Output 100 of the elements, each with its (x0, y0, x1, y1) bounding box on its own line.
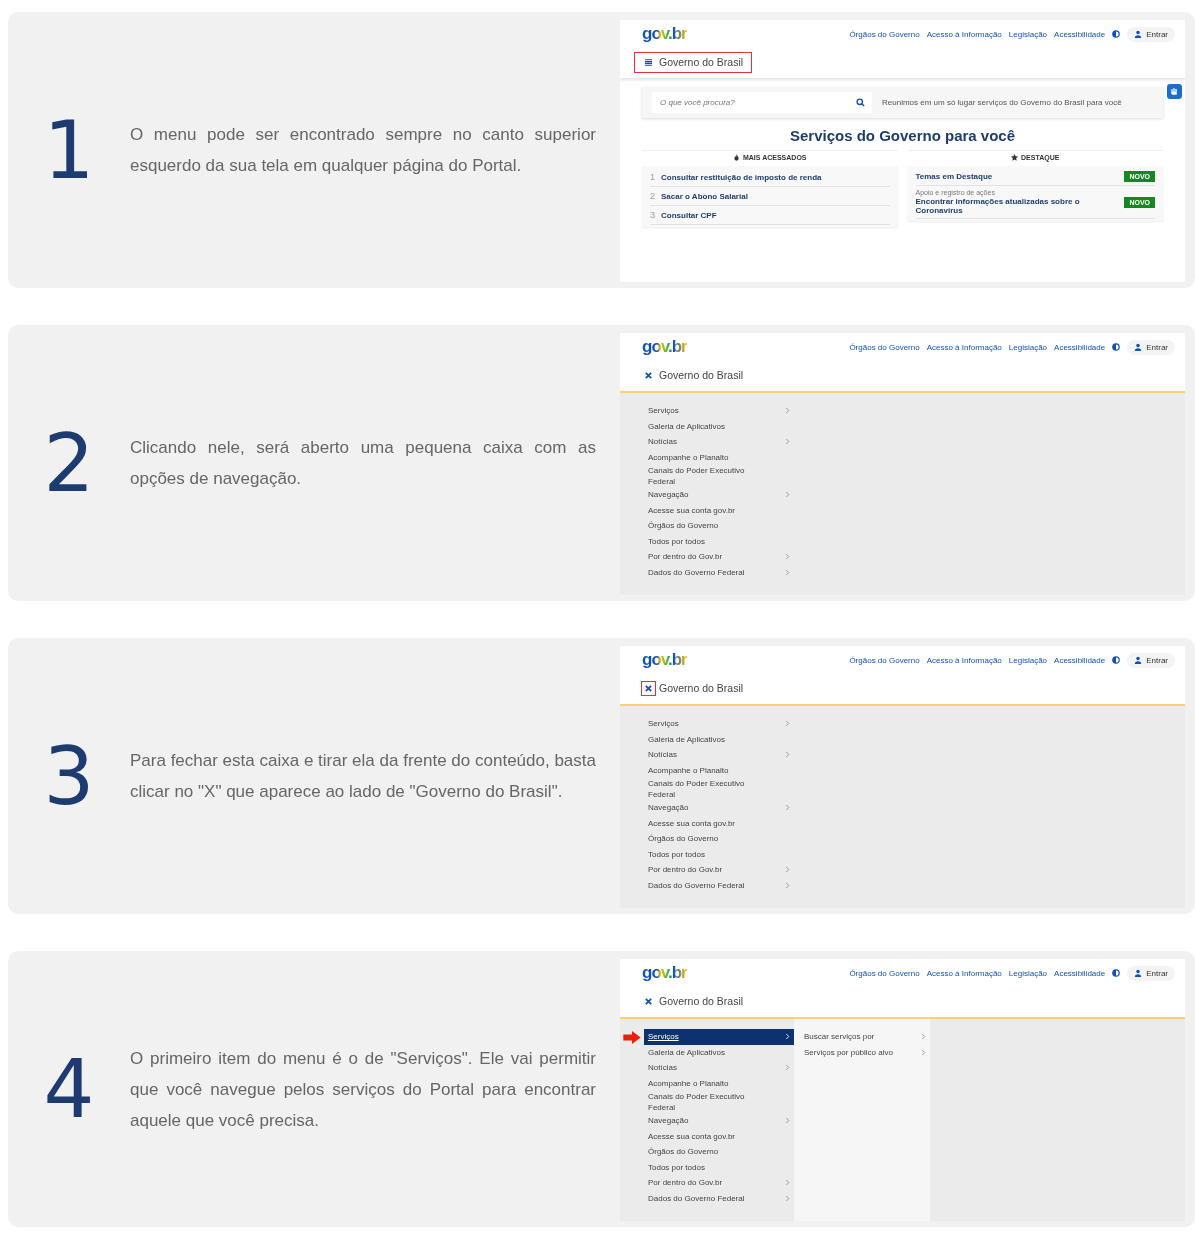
menu-item[interactable]: Todos por todos (644, 846, 794, 862)
chevron-icon (785, 720, 790, 728)
hand-badge-icon[interactable] (1167, 84, 1182, 99)
menu-item[interactable]: Navegação (644, 1113, 794, 1129)
chevron-icon (785, 1117, 790, 1125)
chevron-icon (785, 1064, 790, 1072)
nav-link[interactable]: Acesso à Informação (926, 968, 1002, 978)
nav-link[interactable]: Legislação (1008, 342, 1048, 352)
step-number: 3 (42, 729, 96, 823)
menu-item[interactable]: Órgãos do Governo (644, 831, 794, 847)
nav-link[interactable]: Legislação (1008, 29, 1048, 39)
menu-item[interactable]: Dados do Governo Federal (644, 877, 794, 893)
step-number: 2 (42, 416, 96, 510)
step-number: 1 (42, 103, 96, 197)
nav-link[interactable]: Acessibilidade (1054, 29, 1106, 39)
nav-link[interactable]: Órgãos do Governo (849, 342, 920, 352)
menu-item[interactable]: Dados do Governo Federal (644, 1190, 794, 1206)
menu-item[interactable]: Serviços (644, 403, 794, 419)
site-logo[interactable]: gov.br (642, 24, 687, 44)
step-description: O primeiro item do menu é o de "Serviços". Ele vai permitir que você navegue pelos serviços do Portal para encontrar aquele que você precisa. (130, 1047, 596, 1132)
submenu-item[interactable]: Buscar serviços por (800, 1029, 930, 1045)
menu-title: Governo do Brasil (659, 682, 744, 694)
submenu-item[interactable]: Serviços por público alvo (800, 1044, 930, 1060)
menu-item[interactable]: Acesse sua conta gov.br (644, 815, 794, 831)
nav-link[interactable]: Acessibilidade (1054, 968, 1106, 978)
nav-link[interactable]: Acessibilidade (1054, 655, 1106, 665)
menu-toggle[interactable]: Governo do Brasil (634, 990, 753, 1012)
menu-item[interactable]: Navegação (644, 800, 794, 816)
menu-item[interactable]: Dados do Governo Federal (644, 564, 794, 580)
menu-item[interactable]: Acompanhe o Planalto (644, 762, 794, 778)
menu-item[interactable]: Canais do Poder Executivo Federal (644, 465, 794, 487)
menu-item[interactable]: Serviços (644, 1029, 794, 1045)
menu-item[interactable]: Por dentro do Gov.br (644, 549, 794, 565)
contrast-icon[interactable] (1112, 30, 1121, 38)
menu-item[interactable]: Serviços (644, 716, 794, 732)
nav-link[interactable]: Acesso à Informação (926, 655, 1002, 665)
menu-item[interactable]: Acompanhe o Planalto (644, 1075, 794, 1091)
menu-item[interactable]: Órgãos do Governo (644, 518, 794, 534)
search-icon[interactable] (856, 98, 865, 107)
nav-link[interactable]: Órgãos do Governo (849, 655, 920, 665)
login-button[interactable]: Entrar (1127, 652, 1175, 668)
menu-item[interactable]: Acesse sua conta gov.br (644, 1128, 794, 1144)
nav-link[interactable]: Legislação (1008, 655, 1048, 665)
menu-item[interactable]: Notícias (644, 1060, 794, 1076)
chevron-icon (785, 804, 790, 812)
site-logo[interactable]: gov.br (642, 650, 687, 670)
user-icon (1134, 969, 1143, 977)
close-icon (644, 370, 653, 380)
menu-item[interactable]: Acompanhe o Planalto (644, 449, 794, 465)
menu-item[interactable]: Canais do Poder Executivo Federal (644, 1091, 794, 1113)
menu-item[interactable]: Todos por todos (644, 533, 794, 549)
login-button[interactable]: Entrar (1127, 339, 1175, 355)
step-description: O menu pode ser encontrado sempre no canto superior esquerdo da sua tela em qualquer página do Portal. (130, 124, 596, 177)
close-icon (644, 996, 653, 1006)
service-link[interactable]: Consultar CPF (661, 210, 717, 220)
menu-toggle[interactable]: Governo do Brasil (634, 364, 753, 386)
login-button[interactable]: Entrar (1127, 965, 1175, 981)
login-label: Entrar (1146, 655, 1168, 665)
menu-item[interactable]: Todos por todos (644, 1159, 794, 1175)
nav-link[interactable]: Acessibilidade (1054, 342, 1106, 352)
menu-item[interactable]: Canais do Poder Executivo Federal (644, 778, 794, 800)
menu-item[interactable]: Galeria de Aplicativos (644, 418, 794, 434)
menu-item[interactable]: Galeria de Aplicativos (644, 1044, 794, 1060)
nav-link[interactable]: Acesso à Informação (926, 29, 1002, 39)
nav-link[interactable]: Órgãos do Governo (849, 968, 920, 978)
nav-link[interactable]: Órgãos do Governo (849, 29, 920, 39)
nav-link[interactable]: Legislação (1008, 968, 1048, 978)
login-label: Entrar (1146, 29, 1168, 39)
menu-toggle[interactable]: Governo do Brasil (634, 677, 753, 699)
menu-item[interactable]: Galeria de Aplicativos (644, 731, 794, 747)
highlight-link[interactable]: Temas em Destaque (915, 172, 993, 181)
chevron-icon (785, 1033, 790, 1041)
menu-item[interactable]: Navegação (644, 487, 794, 503)
service-link[interactable]: Consultar restituição de imposto de renda (661, 172, 822, 182)
rank-number: 3 (650, 210, 655, 220)
highlight-link[interactable]: Encontrar informações atualizadas sobre o Coronavírus (915, 197, 1119, 215)
step-description: Clicando nele, será aberto uma pequena caixa com as opções de navegação. (130, 437, 596, 490)
menu-item[interactable]: Órgãos do Governo (644, 1144, 794, 1160)
menu-toggle[interactable]: Governo do Brasil (634, 51, 753, 73)
service-link[interactable]: Sacar o Abono Salarial (661, 191, 748, 201)
search-field[interactable]: O que você procura? (652, 92, 872, 113)
site-logo[interactable]: gov.br (642, 337, 687, 357)
flame-icon (733, 154, 740, 161)
chevron-icon (785, 407, 790, 415)
menu-item[interactable]: Notícias (644, 747, 794, 763)
user-icon (1134, 656, 1143, 664)
contrast-icon[interactable] (1112, 343, 1121, 351)
menu-item[interactable]: Por dentro do Gov.br (644, 1175, 794, 1191)
login-button[interactable]: Entrar (1127, 26, 1175, 42)
menu-item[interactable]: Notícias (644, 434, 794, 450)
login-label: Entrar (1146, 968, 1168, 978)
contrast-icon[interactable] (1112, 969, 1121, 977)
menu-item[interactable]: Acesse sua conta gov.br (644, 502, 794, 518)
rank-number: 2 (650, 191, 655, 201)
star-icon (1011, 154, 1019, 161)
nav-link[interactable]: Acesso à Informação (926, 342, 1002, 352)
site-logo[interactable]: gov.br (642, 963, 687, 983)
menu-item[interactable]: Por dentro do Gov.br (644, 862, 794, 878)
contrast-icon[interactable] (1112, 656, 1121, 664)
tagline: Reunimos em um só lugar serviços do Governo do Brasil para você (882, 98, 1122, 107)
